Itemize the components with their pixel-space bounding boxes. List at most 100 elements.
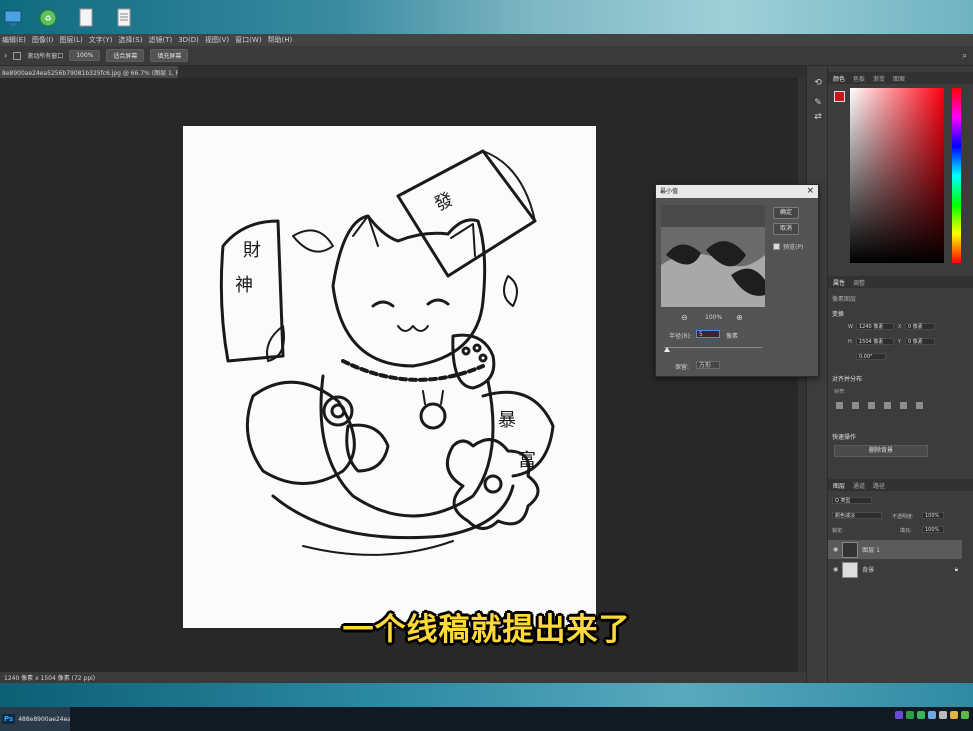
tab-layers[interactable]: 图层 <box>833 481 845 490</box>
fill-screen-button[interactable]: 填充屏幕 <box>150 49 189 62</box>
menu-item-layer[interactable]: 图层(L) <box>59 35 82 45</box>
options-bar: › 滚动所有窗口 100% 适合屏幕 填充屏幕 ⌕ <box>0 46 973 66</box>
quick-actions-header[interactable]: 快速操作 <box>832 432 856 441</box>
tab-color[interactable]: 颜色 <box>833 74 845 83</box>
recycle-bin-icon[interactable]: ♻ <box>38 8 57 28</box>
computer-icon[interactable] <box>4 8 22 28</box>
cancel-button[interactable]: 取消 <box>773 223 799 235</box>
menu-bar: 编辑(E) 图像(I) 图层(L) 文字(Y) 选择(S) 滤镜(T) 3D(D… <box>0 34 973 46</box>
preserve-label: 保留: <box>675 364 690 371</box>
menu-item-view[interactable]: 视图(V) <box>205 35 229 45</box>
preview-toggle[interactable]: 预览(P) <box>773 242 803 251</box>
volume-icon[interactable] <box>939 711 947 719</box>
tab-paths[interactable]: 路径 <box>873 481 885 490</box>
tab-gradients[interactable]: 渐变 <box>873 74 885 83</box>
history-icon[interactable]: ⟲ <box>813 78 823 88</box>
width-field[interactable]: 1240 像素 <box>856 323 894 330</box>
align-right-icon[interactable] <box>868 402 875 409</box>
svg-text:發: 發 <box>431 189 456 216</box>
layer-row[interactable]: ◉ 背景 🔒︎ <box>828 560 962 579</box>
width-label: W <box>848 324 853 330</box>
zoom-out-icon[interactable]: ⊖ <box>681 313 688 322</box>
document-tab[interactable]: 8e8900ae24ea5256b79081b325fc6.jpg @ 66.7… <box>0 66 178 78</box>
eye-icon[interactable]: ◉ <box>833 546 838 553</box>
ok-button[interactable]: 确定 <box>773 207 799 219</box>
align-distribute-header[interactable]: 对齐并分布 <box>832 374 862 383</box>
document-canvas[interactable]: 發 財 神 暴 富 <box>183 126 596 628</box>
tray-app-icon[interactable] <box>961 711 969 719</box>
zoom-100-button[interactable]: 100% <box>69 50 101 61</box>
layer-row[interactable]: ◉ 图层 1 <box>828 540 962 559</box>
layers-panel-tabs: 图层 通道 路径 <box>828 479 973 491</box>
taskbar-photoshop-button[interactable]: Ps 488e8900ae24ea... <box>0 707 70 731</box>
radius-slider-track[interactable] <box>664 347 762 348</box>
color-picker-field[interactable] <box>850 88 944 263</box>
tab-adjustments[interactable]: 调整 <box>853 278 865 287</box>
remove-background-button[interactable]: 删除背景 <box>834 445 928 457</box>
filter-preview[interactable] <box>661 205 765 307</box>
align-center-icon[interactable] <box>852 402 859 409</box>
photoshop-icon: Ps <box>2 714 16 724</box>
menu-item-type[interactable]: 文字(Y) <box>89 35 113 45</box>
menu-item-filter[interactable]: 滤镜(T) <box>148 35 172 45</box>
menu-item-3d[interactable]: 3D(D) <box>178 36 199 44</box>
menu-item-select[interactable]: 选择(S) <box>119 35 143 45</box>
transform-header[interactable]: 变换 <box>832 309 844 318</box>
hue-slider[interactable] <box>952 88 961 263</box>
align-left-icon[interactable] <box>836 402 843 409</box>
tab-patterns[interactable]: 图案 <box>893 74 905 83</box>
taskbar <box>0 707 973 731</box>
angle-field[interactable]: 0.00° <box>856 353 886 360</box>
tray-app-icon[interactable] <box>917 711 925 719</box>
pixel-layer-label: 像素图层 <box>832 296 857 303</box>
lock-label: 锁定: <box>832 528 844 534</box>
preview-zoom: 100% <box>705 314 723 321</box>
tab-channels[interactable]: 通道 <box>853 481 865 490</box>
document-icon[interactable] <box>77 8 95 28</box>
tab-properties[interactable]: 属性 <box>833 278 845 287</box>
tray-app-icon[interactable] <box>895 711 903 719</box>
search-icon[interactable]: ⌕ <box>963 51 967 61</box>
fill-field[interactable]: 100% <box>922 526 944 533</box>
preview-checkbox[interactable] <box>773 243 780 250</box>
opacity-label: 不透明度: <box>892 514 914 520</box>
y-field[interactable]: 0 像素 <box>905 338 935 345</box>
align-bottom-icon[interactable] <box>916 402 923 409</box>
align-middle-icon[interactable] <box>900 402 907 409</box>
right-panels: 颜色 色板 渐变 图案 属性 调整 像素图层 变换 W 1240 像素 X 0 … <box>827 66 973 683</box>
svg-text:財: 財 <box>243 240 261 261</box>
height-field[interactable]: 1504 像素 <box>856 338 894 345</box>
menu-item-help[interactable]: 帮助(H) <box>268 35 293 45</box>
blend-mode-select[interactable]: 颜色减淡 <box>832 512 882 519</box>
document-icon[interactable] <box>115 8 133 28</box>
document-tab-title: 8e8900ae24ea5256b79081b325fc6.jpg @ 66.7… <box>2 69 178 77</box>
menu-item-edit[interactable]: 编辑(E) <box>2 35 26 45</box>
fill-label: 填充: <box>900 528 912 534</box>
microphone-icon[interactable] <box>928 711 936 719</box>
dialog-close-icon[interactable]: × <box>806 185 814 198</box>
foreground-color-swatch[interactable] <box>834 91 845 102</box>
radius-input[interactable]: 5 <box>696 330 720 338</box>
adjust-icon[interactable]: ⇄ <box>813 112 823 122</box>
menu-item-window[interactable]: 窗口(W) <box>235 35 261 45</box>
desktop-wallpaper-top: ♻ <box>0 0 973 34</box>
x-field[interactable]: 0 像素 <box>905 323 935 330</box>
wechat-icon[interactable] <box>906 711 914 719</box>
svg-text:富: 富 <box>518 450 536 471</box>
fit-screen-button[interactable]: 适合屏幕 <box>106 49 145 62</box>
brush-icon[interactable]: ✎ <box>813 98 823 108</box>
color-panel-tabs: 颜色 色板 渐变 图案 <box>828 72 973 84</box>
preserve-select[interactable]: 方形 <box>696 361 720 369</box>
align-top-icon[interactable] <box>884 402 891 409</box>
tab-swatches[interactable]: 色板 <box>853 74 865 83</box>
opacity-field[interactable]: 100% <box>922 512 944 519</box>
document-size-status: 1240 像素 x 1504 像素 (72 ppi) <box>4 675 96 682</box>
layer-kind-filter[interactable]: Q 类型 <box>832 497 872 504</box>
radius-slider-handle[interactable] <box>664 347 670 352</box>
zoom-in-icon[interactable]: ⊕ <box>736 313 743 322</box>
scroll-all-windows-checkbox[interactable] <box>13 51 22 60</box>
system-tray <box>895 711 969 719</box>
menu-item-image[interactable]: 图像(I) <box>32 35 54 45</box>
keyboard-icon[interactable] <box>950 711 958 719</box>
eye-icon[interactable]: ◉ <box>833 566 838 573</box>
